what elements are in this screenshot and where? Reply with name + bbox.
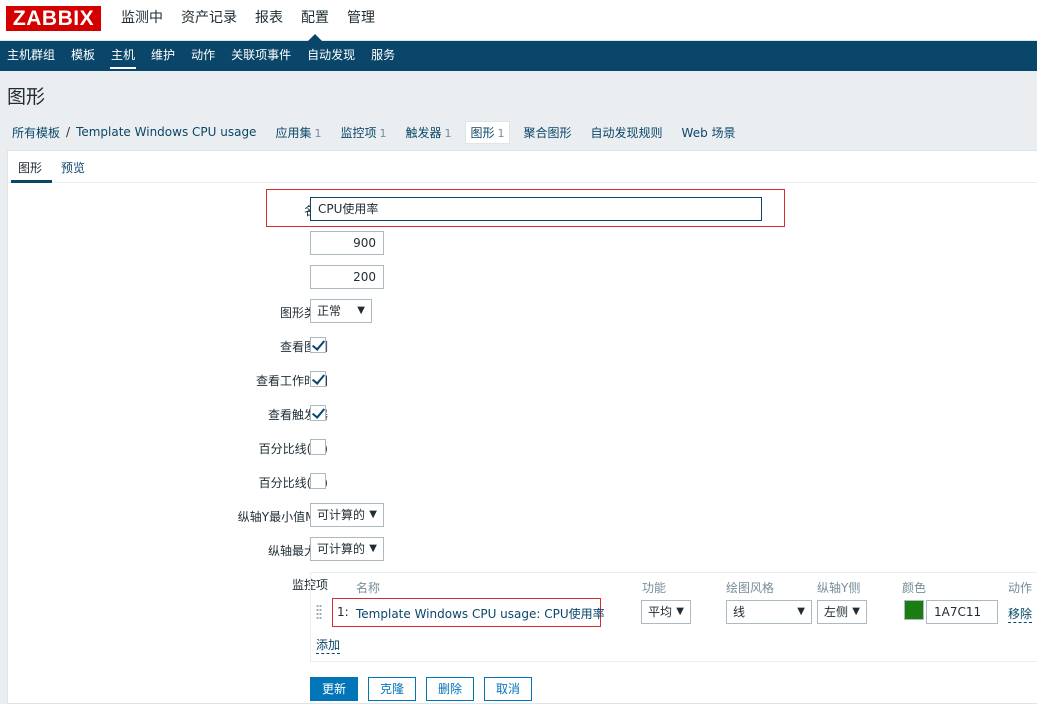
percentile-left-checkbox[interactable] [310, 439, 326, 455]
menu-inventory[interactable]: 资产记录 [172, 0, 246, 41]
tab-preview[interactable]: 预览 [61, 159, 85, 176]
active-tab-indicator [11, 180, 52, 183]
item-y-axis-select[interactable]: 左侧 ▼ [817, 600, 867, 624]
item-name-link[interactable]: Template Windows CPU usage: CPU使用率 [356, 605, 605, 622]
update-button[interactable]: 更新 [310, 677, 358, 701]
submenu-templates[interactable]: 模板 [64, 41, 104, 71]
drag-handle-icon[interactable] [316, 604, 322, 620]
submenu-host-groups[interactable]: 主机群组 [0, 41, 64, 71]
item-draw-style-select[interactable]: 线 ▼ [726, 600, 812, 624]
y-max-select[interactable]: 可计算的 ▼ [310, 537, 384, 561]
breadcrumb-separator: / [66, 125, 71, 139]
breadcrumb-all-templates[interactable]: 所有模板 [12, 124, 60, 141]
remove-item-link[interactable]: 移除 [1008, 605, 1033, 623]
dropdown-arrow-icon: ▼ [852, 606, 860, 617]
nav-items[interactable]: 监控项 1 [340, 124, 386, 141]
item-color-input[interactable]: 1A7C11 [926, 600, 998, 624]
items-table: 名称 功能 绘图风格 纵轴Y侧 颜色 动作 1: Template Window… [310, 572, 1037, 662]
column-header-function: 功能 [642, 581, 667, 595]
menu-configuration[interactable]: 配置 [292, 0, 338, 41]
item-index: 1: [337, 605, 349, 619]
width-input[interactable]: 900 [310, 231, 384, 255]
cancel-button[interactable]: 取消 [484, 677, 532, 701]
show-working-time-checkbox[interactable] [310, 371, 326, 387]
submenu-maintenance[interactable]: 维护 [144, 41, 184, 71]
submenu-services[interactable]: 服务 [364, 41, 404, 71]
y-min-select[interactable]: 可计算的 ▼ [310, 503, 384, 527]
sub-menu: 主机群组 模板 主机 维护 动作 关联项事件 自动发现 服务 [0, 41, 1037, 71]
menu-reports[interactable]: 报表 [246, 0, 292, 41]
main-menu: 监测中 资产记录 报表 配置 管理 [112, 0, 384, 41]
form-tabs: 图形 预览 [8, 151, 1037, 183]
column-header-action: 动作 [1008, 581, 1033, 595]
column-header-color: 颜色 [902, 581, 927, 595]
dropdown-arrow-icon: ▼ [369, 543, 377, 554]
height-input[interactable]: 200 [310, 265, 384, 289]
nav-graphs[interactable]: 图形 1 [465, 120, 510, 144]
submenu-discovery[interactable]: 自动发现 [300, 41, 364, 71]
breadcrumb-template[interactable]: Template Windows CPU usage [76, 125, 256, 139]
item-function-select[interactable]: 平均 ▼ [641, 600, 691, 624]
column-header-draw-style: 绘图风格 [726, 581, 775, 595]
menu-monitoring[interactable]: 监测中 [112, 0, 172, 41]
graph-form: 图形 预览 名称 CPU使用率 宽 900 高 200 图形类别 正常▼ 查看图… [7, 150, 1037, 704]
nav-screens[interactable]: 聚合图形 [524, 124, 572, 141]
dropdown-arrow-icon: ▼ [676, 606, 684, 617]
nav-discovery-rules[interactable]: 自动发现规则 [591, 124, 663, 141]
dropdown-arrow-icon: ▼ [357, 305, 365, 316]
nav-triggers[interactable]: 触发器 1 [405, 124, 451, 141]
submenu-actions[interactable]: 动作 [184, 41, 224, 71]
top-bar: ZABBIX 监测中 资产记录 报表 配置 管理 [0, 0, 1037, 41]
percentile-right-checkbox[interactable] [310, 473, 326, 489]
column-header-y-axis: 纵轴Y侧 [817, 581, 861, 595]
dropdown-arrow-icon: ▼ [797, 606, 805, 617]
breadcrumb: 所有模板 / Template Windows CPU usage 应用集 1 监… [0, 117, 1037, 147]
zabbix-logo[interactable]: ZABBIX [6, 6, 101, 31]
show-legend-checkbox[interactable] [310, 337, 326, 353]
dropdown-arrow-icon: ▼ [369, 509, 377, 520]
add-item-link[interactable]: 添加 [316, 636, 341, 654]
delete-button[interactable]: 删除 [426, 677, 474, 701]
submenu-correlation[interactable]: 关联项事件 [224, 41, 300, 71]
menu-administration[interactable]: 管理 [338, 0, 384, 41]
nav-web-scenarios[interactable]: Web 场景 [682, 124, 736, 141]
nav-applications[interactable]: 应用集 1 [275, 124, 321, 141]
tab-graph[interactable]: 图形 [18, 159, 42, 176]
graph-type-select[interactable]: 正常 ▼ [310, 299, 372, 323]
show-triggers-checkbox[interactable] [310, 405, 326, 421]
column-header-name: 名称 [356, 581, 381, 595]
submenu-hosts[interactable]: 主机 [104, 41, 144, 71]
clone-button[interactable]: 克隆 [368, 677, 416, 701]
color-swatch[interactable] [904, 600, 924, 620]
page-title: 图形 [7, 86, 46, 108]
name-input[interactable]: CPU使用率 [310, 197, 762, 221]
